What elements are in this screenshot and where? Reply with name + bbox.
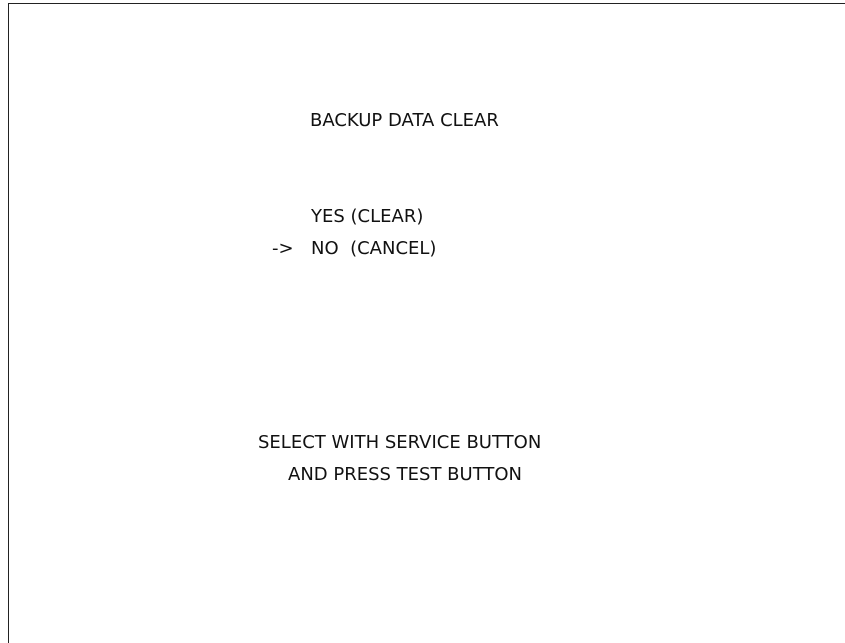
option-no-label: NO (CANCEL) <box>311 238 437 259</box>
option-yes-clear[interactable]: YES (CLEAR) <box>311 206 423 227</box>
option-yes-label: YES (CLEAR) <box>311 206 424 227</box>
selection-cursor: -> <box>272 238 294 259</box>
instruction-line-1: SELECT WITH SERVICE BUTTON <box>258 432 542 453</box>
screen-title: BACKUP DATA CLEAR <box>310 110 499 131</box>
option-no-cancel[interactable]: -> NO (CANCEL) <box>272 238 436 259</box>
instruction-line-2: AND PRESS TEST BUTTON <box>288 464 523 485</box>
screen-frame <box>8 3 845 643</box>
